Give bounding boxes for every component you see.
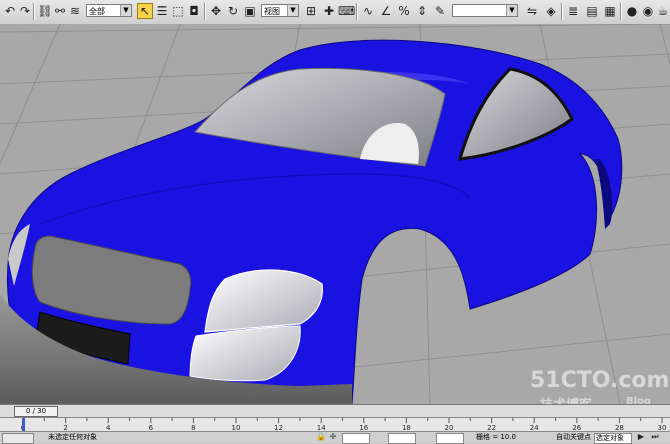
track-bar[interactable]: 024681012141618202224262830 bbox=[0, 417, 670, 432]
selection-filter-value: 全部 bbox=[89, 7, 105, 16]
main-toolbar: ↶ ↷ ⛓ ⚯ ≋ 全部 ▼ ↖ ☰ ⬚ ◘ ✥ ↻ ▣ 视图 ▼ ⊞ ✚ ⌨ … bbox=[0, 0, 670, 25]
key-filter-field[interactable]: 选定对象 bbox=[594, 433, 632, 444]
toolbar-separator bbox=[204, 3, 206, 20]
perspective-viewport[interactable]: 51CTO.com 技术博客 Blog bbox=[0, 24, 670, 404]
chevron-down-icon: ▼ bbox=[120, 5, 131, 16]
chevron-down-icon: ▼ bbox=[287, 5, 298, 16]
grid-spacing-readout: 栅格 = 10.0 bbox=[476, 433, 516, 441]
auto-key-label[interactable]: 自动关键点 bbox=[556, 432, 591, 443]
curve-editor-icon[interactable]: ▤ bbox=[584, 3, 600, 19]
time-slider-thumb[interactable]: 0 / 30 bbox=[14, 406, 58, 417]
lock-selection-icon[interactable]: 🔒 bbox=[316, 432, 326, 442]
snaps-toggle-icon[interactable]: ∿ bbox=[360, 3, 376, 19]
mirror-icon[interactable]: ⇋ bbox=[524, 3, 540, 19]
layer-manager-icon[interactable]: ≣ bbox=[565, 3, 581, 19]
quick-render-icon[interactable]: ☕ bbox=[655, 3, 670, 19]
render-setup-icon[interactable]: ◉ bbox=[640, 3, 656, 19]
undo-icon[interactable]: ↶ bbox=[2, 3, 18, 19]
viewport-canvas bbox=[0, 24, 670, 404]
watermark-subtitle: 技术博客 bbox=[540, 394, 592, 404]
select-and-link-icon[interactable]: ⛓ bbox=[37, 3, 53, 19]
bind-space-warp-icon[interactable]: ≋ bbox=[67, 3, 83, 19]
toolbar-separator bbox=[561, 3, 563, 20]
reference-coordinate-dropdown[interactable]: 视图 ▼ bbox=[261, 4, 299, 17]
edit-named-selection-icon[interactable]: ✎ bbox=[432, 3, 448, 19]
select-by-name-icon[interactable]: ☰ bbox=[154, 3, 170, 19]
reference-coord-value: 视图 bbox=[264, 7, 280, 16]
rotate-icon[interactable]: ↻ bbox=[225, 3, 241, 19]
named-selection-dropdown[interactable]: ▼ bbox=[452, 4, 518, 17]
current-frame-marker bbox=[22, 418, 25, 431]
pivot-center-icon[interactable]: ⊞ bbox=[303, 3, 319, 19]
z-coordinate-field[interactable] bbox=[436, 433, 464, 444]
material-editor-icon[interactable]: ● bbox=[624, 3, 640, 19]
status-prompt: 未选定任何对象 bbox=[48, 433, 97, 441]
play-icon[interactable]: ▶ bbox=[636, 432, 646, 442]
select-object-icon[interactable]: ↖ bbox=[137, 3, 153, 19]
angle-snap-icon[interactable]: ∠ bbox=[378, 3, 394, 19]
percent-snap-icon[interactable]: % bbox=[396, 3, 412, 19]
spinner-snap-icon[interactable]: ⇕ bbox=[414, 3, 430, 19]
chevron-down-icon: ▼ bbox=[506, 5, 517, 16]
toolbar-separator bbox=[33, 3, 35, 20]
selection-filter-dropdown[interactable]: 全部 ▼ bbox=[86, 4, 132, 17]
select-manipulate-icon[interactable]: ✚ bbox=[321, 3, 337, 19]
maxscript-listener-box[interactable] bbox=[2, 433, 34, 444]
status-bar: 未选定任何对象 🔒 ✢ 栅格 = 10.0 自动关键点 选定对象 ▶ ⏭ bbox=[0, 431, 670, 444]
unlink-icon[interactable]: ⚯ bbox=[52, 3, 68, 19]
toolbar-separator bbox=[620, 3, 622, 20]
keyboard-shortcut-override-icon[interactable]: ⌨ bbox=[338, 3, 355, 19]
schematic-view-icon[interactable]: ▦ bbox=[602, 3, 618, 19]
align-icon[interactable]: ◈ bbox=[543, 3, 559, 19]
track-bar-ticks: 024681012141618202224262830 bbox=[21, 418, 666, 432]
redo-icon[interactable]: ↷ bbox=[17, 3, 33, 19]
x-coordinate-field[interactable] bbox=[342, 433, 370, 444]
y-coordinate-field[interactable] bbox=[388, 433, 416, 444]
watermark-blog: Blog bbox=[626, 396, 652, 404]
scale-icon[interactable]: ▣ bbox=[242, 3, 258, 19]
absolute-mode-icon[interactable]: ✢ bbox=[328, 432, 338, 442]
move-icon[interactable]: ✥ bbox=[208, 3, 224, 19]
next-frame-icon[interactable]: ⏭ bbox=[650, 432, 660, 442]
toolbar-separator bbox=[356, 3, 358, 20]
watermark-logo: 51CTO.com bbox=[530, 368, 670, 393]
time-slider-track[interactable]: 0 / 30 bbox=[0, 404, 670, 417]
rectangular-selection-icon[interactable]: ⬚ bbox=[170, 3, 186, 19]
window-crossing-icon[interactable]: ◘ bbox=[186, 3, 202, 19]
car-model bbox=[0, 39, 623, 404]
